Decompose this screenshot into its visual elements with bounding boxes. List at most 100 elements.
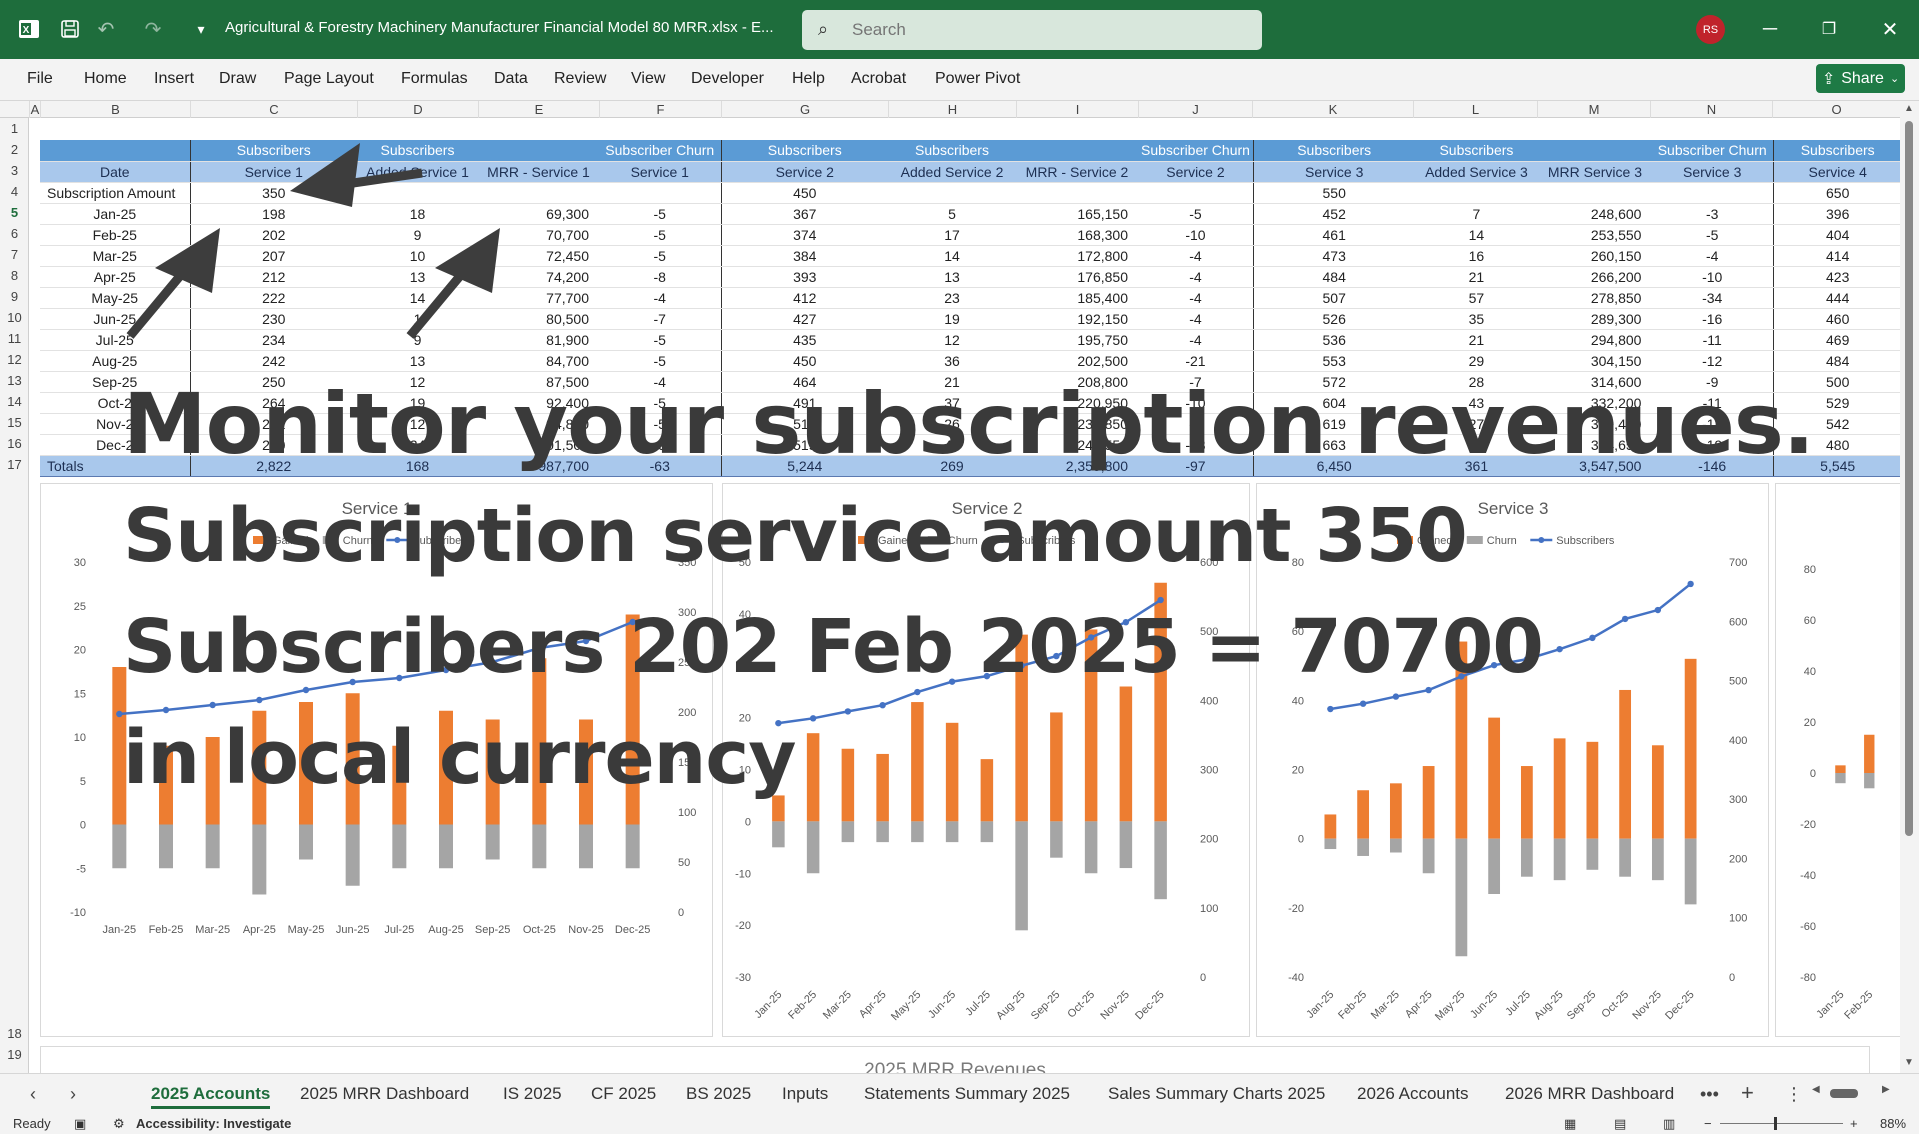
table-cell[interactable]: Aug-25 <box>40 350 191 372</box>
table-cell[interactable]: 80,500 <box>478 308 599 330</box>
table-cell[interactable]: 350 <box>190 182 357 204</box>
table-cell[interactable]: 168,300 <box>1016 224 1138 246</box>
table-cell[interactable]: -5 <box>599 245 722 267</box>
table-cell[interactable]: 70,700 <box>478 224 599 246</box>
sheet-tab-2026-mrr-dashboard[interactable]: 2026 MRR Dashboard <box>1505 1084 1674 1104</box>
table-cell[interactable]: 253,550 <box>1538 224 1652 246</box>
column-header-cell[interactable]: D <box>357 101 478 118</box>
ribbon-tab-acrobat[interactable]: Acrobat <box>851 70 906 88</box>
table-cell[interactable]: -5 <box>599 329 722 351</box>
table-cell[interactable] <box>599 182 722 204</box>
table-cell[interactable]: -16 <box>1651 308 1774 330</box>
table-cell[interactable]: 74,200 <box>478 266 599 288</box>
table-cell[interactable]: 7 <box>1414 203 1539 225</box>
table-cell[interactable] <box>888 182 1016 204</box>
row-header-cell[interactable]: 12 <box>0 352 29 367</box>
table-cell[interactable]: 294,800 <box>1538 329 1652 351</box>
table-cell[interactable]: Subscriber Churn <box>1138 140 1254 162</box>
table-cell[interactable]: Added Service 1 <box>357 161 478 183</box>
column-header-cell[interactable]: K <box>1252 101 1413 118</box>
table-cell[interactable]: Service 1 <box>599 161 722 183</box>
table-cell[interactable]: 21 <box>1414 329 1539 351</box>
table-cell[interactable]: -3 <box>1651 203 1774 225</box>
table-cell[interactable]: 553 <box>1253 350 1415 372</box>
table-cell[interactable]: Service 4 <box>1773 161 1902 183</box>
table-cell[interactable]: 484 <box>1253 266 1415 288</box>
ribbon-tab-data[interactable]: Data <box>494 70 528 88</box>
chart-mrr-revenues[interactable]: 2025 MRR Revenues <box>40 1046 1870 1073</box>
table-cell[interactable]: 536 <box>1253 329 1415 351</box>
table-cell[interactable]: 23 <box>888 287 1016 309</box>
table-cell[interactable]: 384 <box>721 245 888 267</box>
table-cell[interactable]: Subscription Amount <box>40 182 191 204</box>
table-cell[interactable] <box>1538 140 1652 162</box>
table-cell[interactable]: -12 <box>1651 350 1774 372</box>
row-header-cell[interactable]: 16 <box>0 436 29 451</box>
table-cell[interactable]: 69,300 <box>478 203 599 225</box>
minimize-icon[interactable]: ─ <box>1755 14 1785 44</box>
table-cell[interactable]: Subscribers <box>1773 140 1902 162</box>
column-header-cell[interactable]: G <box>721 101 888 118</box>
table-cell[interactable] <box>1138 182 1254 204</box>
ribbon-tab-draw[interactable]: Draw <box>219 70 256 88</box>
table-cell[interactable]: 234 <box>190 329 357 351</box>
table-cell[interactable]: 185,400 <box>1016 287 1138 309</box>
table-cell[interactable]: -7 <box>599 308 722 330</box>
table-cell[interactable]: Subscribers <box>357 140 478 162</box>
table-cell[interactable]: 13 <box>357 266 478 288</box>
table-cell[interactable]: 444 <box>1773 287 1902 309</box>
row-header-cell[interactable]: 13 <box>0 373 29 388</box>
prev-sheet-icon[interactable]: ‹ <box>30 1084 36 1105</box>
scroll-up-icon[interactable]: ▲ <box>1904 103 1914 114</box>
table-cell[interactable]: -4 <box>599 287 722 309</box>
ribbon-tab-review[interactable]: Review <box>554 70 606 88</box>
table-cell[interactable]: 278,850 <box>1538 287 1652 309</box>
table-cell[interactable]: -34 <box>1651 287 1774 309</box>
ribbon-tab-formulas[interactable]: Formulas <box>401 70 468 88</box>
sheet-tab-2026-accounts[interactable]: 2026 Accounts <box>1357 1084 1469 1104</box>
table-cell[interactable]: 212 <box>190 266 357 288</box>
table-cell[interactable]: 1 <box>357 308 478 330</box>
sheet-tab-2025-mrr-dashboard[interactable]: 2025 MRR Dashboard <box>300 1084 469 1104</box>
zoom-slider[interactable] <box>1720 1123 1843 1124</box>
save-icon[interactable] <box>57 16 83 42</box>
column-header-cell[interactable]: B <box>40 101 190 118</box>
table-cell[interactable]: 84,700 <box>478 350 599 372</box>
table-cell[interactable]: 14 <box>357 287 478 309</box>
table-cell[interactable]: Mar-25 <box>40 245 191 267</box>
table-cell[interactable]: 423 <box>1773 266 1902 288</box>
row-header-cell[interactable]: 1 <box>0 121 29 136</box>
table-cell[interactable]: 36 <box>888 350 1016 372</box>
column-header-cell[interactable]: J <box>1138 101 1252 118</box>
table-cell[interactable]: -4 <box>1651 245 1774 267</box>
table-cell[interactable]: 172,800 <box>1016 245 1138 267</box>
table-cell[interactable]: 35 <box>1414 308 1539 330</box>
table-cell[interactable]: 461 <box>1253 224 1415 246</box>
table-cell[interactable]: Jul-25 <box>40 329 191 351</box>
table-cell[interactable]: MRR Service 3 <box>1538 161 1652 183</box>
table-cell[interactable]: Subscribers <box>888 140 1016 162</box>
table-cell[interactable] <box>478 140 599 162</box>
table-cell[interactable]: 404 <box>1773 224 1902 246</box>
table-cell[interactable]: 550 <box>1253 182 1415 204</box>
table-cell[interactable]: Subscribers <box>1414 140 1539 162</box>
table-cell[interactable]: 230 <box>190 308 357 330</box>
ribbon-tab-insert[interactable]: Insert <box>154 70 194 88</box>
scroll-left-icon[interactable]: ◀ <box>1812 1084 1820 1095</box>
table-cell[interactable]: 19 <box>888 308 1016 330</box>
table-cell[interactable]: 469 <box>1773 329 1902 351</box>
table-cell[interactable]: -4 <box>1138 287 1254 309</box>
scroll-right-icon[interactable]: ▶ <box>1882 1084 1890 1095</box>
ribbon-tab-page-layout[interactable]: Page Layout <box>284 70 374 88</box>
table-cell[interactable]: 9 <box>357 224 478 246</box>
table-cell[interactable]: -11 <box>1651 329 1774 351</box>
table-cell[interactable]: 473 <box>1253 245 1415 267</box>
table-cell[interactable]: May-25 <box>40 287 191 309</box>
row-header-cell[interactable]: 4 <box>0 184 29 199</box>
row-header-cell[interactable]: 3 <box>0 163 29 178</box>
table-cell[interactable]: 10 <box>357 245 478 267</box>
zoom-in-icon[interactable]: + <box>1850 1116 1858 1131</box>
table-cell[interactable]: 18 <box>357 203 478 225</box>
close-icon[interactable]: ✕ <box>1875 14 1905 44</box>
table-cell[interactable]: 435 <box>721 329 888 351</box>
